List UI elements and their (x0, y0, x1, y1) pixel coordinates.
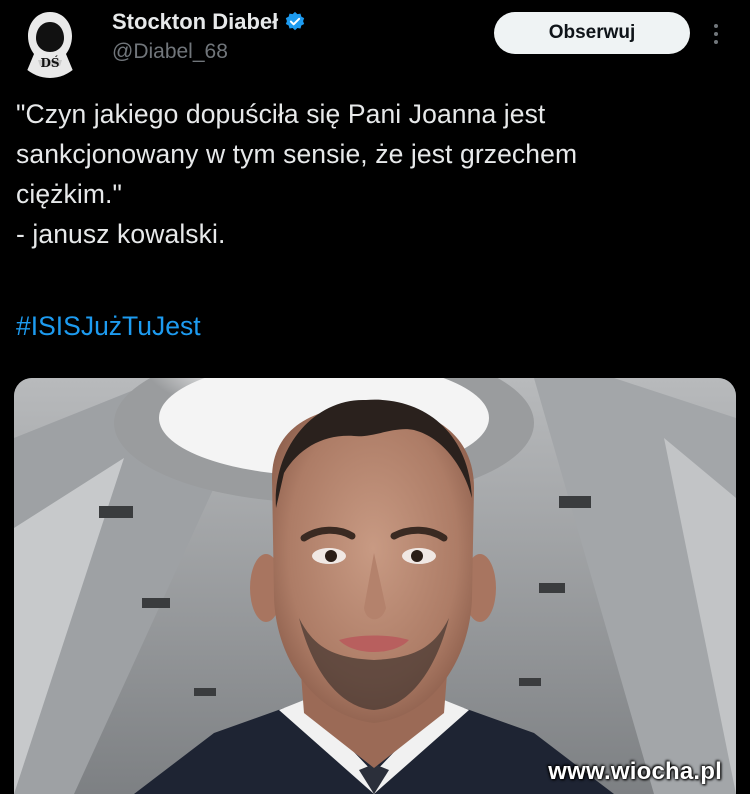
tweet-line: "Czyn jakiego dopuściła się Pani Joanna … (16, 99, 546, 129)
avatar[interactable]: DŚ (14, 6, 86, 78)
tweet-line: sankcjonowany w tym sensie, że jest grze… (16, 139, 578, 169)
tweet-text: "Czyn jakiego dopuściła się Pani Joanna … (16, 94, 731, 254)
handle[interactable]: @Diabel_68 (112, 40, 306, 64)
watermark: www.wiocha.pl (548, 758, 722, 785)
display-name[interactable]: Stockton Diabeł (112, 9, 278, 35)
follow-button[interactable]: Obserwuj (494, 12, 690, 54)
verified-badge-icon (284, 11, 306, 33)
author-block[interactable]: Stockton Diabeł @Diabel_68 (112, 8, 306, 64)
name-row: Stockton Diabeł (112, 8, 306, 36)
tweet-photo[interactable]: www.wiocha.pl (14, 378, 736, 794)
avatar-letters: DŚ (40, 56, 60, 70)
hashtag-link[interactable]: #ISISJużTuJest (16, 306, 201, 346)
tweet-line: ciężkim." (16, 179, 123, 209)
portrait-photo (14, 378, 736, 794)
tweet-header: DŚ Stockton Diabeł @Diabel_68 Obserwuj (0, 0, 750, 80)
tweet-line: - janusz kowalski. (16, 219, 226, 249)
more-options-icon[interactable] (708, 18, 724, 50)
